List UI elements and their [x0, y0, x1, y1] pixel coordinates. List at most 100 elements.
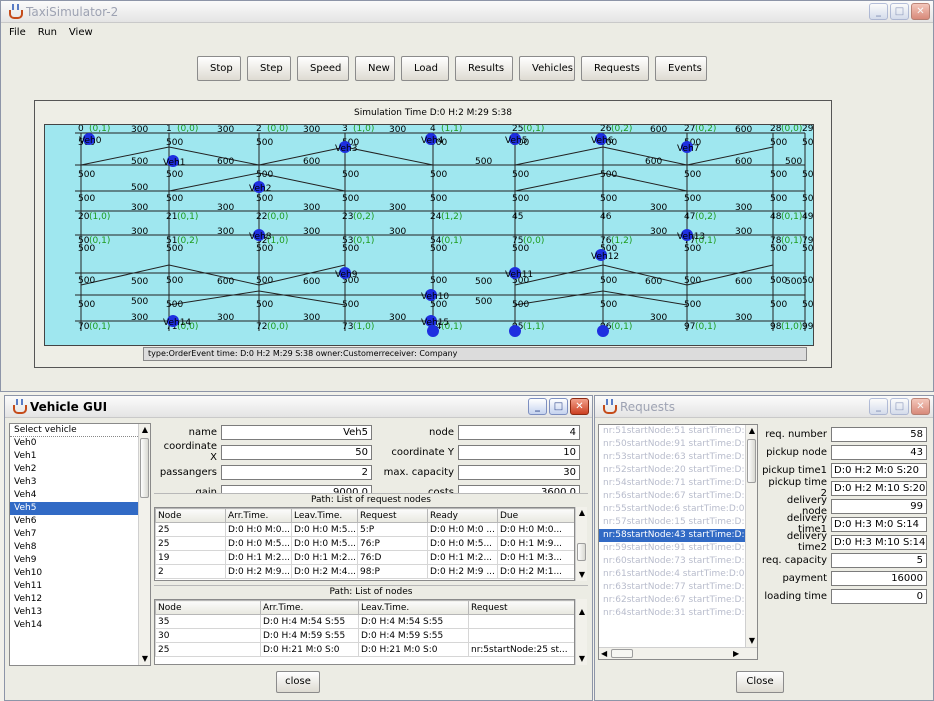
menu-view[interactable]: View: [69, 27, 93, 38]
vehicle-list-item[interactable]: Veh9: [10, 554, 138, 567]
vehicle-list-item[interactable]: Veh1: [10, 450, 138, 463]
request-list-item[interactable]: nr:60startNode:73 startTime:D:: [599, 555, 745, 568]
column-header[interactable]: Leav.Time.: [291, 508, 358, 523]
table-row[interactable]: 30 D:0 H:4 M:59 S:55 D:0 H:4 M:59 S:55: [155, 628, 574, 643]
vehicle-list-item[interactable]: Veh7: [10, 528, 138, 541]
table-row[interactable]: 19 D:0 H:1 M:2... D:0 H:1 M:2... 76:D D:0 H:…: [155, 550, 574, 565]
request-list-item[interactable]: nr:56startNode:67 startTime:D:: [599, 490, 745, 503]
request-field-value[interactable]: 0: [831, 588, 927, 604]
vehicle-list-item[interactable]: Veh3: [10, 476, 138, 489]
column-header[interactable]: Ready: [427, 508, 498, 523]
scroll-up-icon[interactable]: ▲: [577, 607, 587, 617]
request-list-item[interactable]: nr:62startNode:67 startTime:D:: [599, 594, 745, 607]
request-list-item[interactable]: nr:52startNode:20 startTime:D:: [599, 464, 745, 477]
scroll-up-icon[interactable]: ▲: [747, 426, 757, 436]
scroll-up-icon[interactable]: ▲: [140, 425, 150, 435]
request-field-value[interactable]: 58: [831, 426, 927, 442]
vehicle-marker[interactable]: [597, 325, 609, 337]
coordinate-y-field[interactable]: 10: [458, 444, 580, 460]
vehicle-list-item[interactable]: Veh0: [10, 437, 138, 450]
request-field-value[interactable]: 99: [831, 498, 927, 514]
menu-run[interactable]: Run: [38, 27, 57, 38]
vehicle-list-item[interactable]: Veh11: [10, 580, 138, 593]
scroll-down-icon[interactable]: ▼: [577, 570, 587, 580]
vehicle-marker[interactable]: [509, 325, 521, 337]
column-header[interactable]: Leav.Time.: [358, 600, 469, 615]
table-row[interactable]: 25 D:0 H:0 M:0... D:0 H:0 M:5... 5:P D:0 H:0…: [155, 522, 574, 537]
results-button[interactable]: Results: [455, 56, 513, 81]
node-field[interactable]: 4: [458, 424, 580, 440]
minimize-icon[interactable]: _: [869, 3, 888, 20]
coordinate-x-field[interactable]: 50: [221, 444, 372, 460]
vehicle-close-button[interactable]: close: [276, 671, 320, 693]
scroll-thumb[interactable]: [747, 439, 756, 483]
scroll-down-icon[interactable]: ▼: [140, 654, 150, 664]
request-field-value[interactable]: D:0 H:3 M:10 S:14: [831, 534, 927, 550]
column-header[interactable]: Due: [497, 508, 574, 523]
vehicle-list-item[interactable]: Veh4: [10, 489, 138, 502]
vehicle-list-item[interactable]: Veh14: [10, 619, 138, 632]
requests-button[interactable]: Requests: [581, 56, 649, 81]
scroll-right-icon[interactable]: ▶: [733, 649, 739, 658]
vehicle-list-item[interactable]: Veh10: [10, 567, 138, 580]
scroll-down-icon[interactable]: ▼: [577, 654, 587, 664]
column-header[interactable]: Request: [468, 600, 574, 615]
request-list-item[interactable]: nr:55startNode:6 startTime:D:0: [599, 503, 745, 516]
scroll-thumb[interactable]: [140, 438, 149, 498]
request-field-value[interactable]: D:0 H:2 M:0 S:20: [831, 462, 927, 478]
minimize-icon[interactable]: _: [528, 398, 547, 415]
column-header[interactable]: Arr.Time.: [260, 600, 359, 615]
vehicles-button[interactable]: Vehicles: [519, 56, 575, 81]
request-list-item[interactable]: nr:53startNode:63 startTime:D:: [599, 451, 745, 464]
vehicle-list-item[interactable]: Veh13: [10, 606, 138, 619]
vehicle-list-item[interactable]: Veh12: [10, 593, 138, 606]
table-row[interactable]: 25 D:0 H:21 M:0 S:0 D:0 H:21 M:0 S:0 nr:5st…: [155, 642, 574, 657]
stop-button[interactable]: Stop: [197, 56, 241, 81]
column-header[interactable]: Node: [155, 600, 261, 615]
scroll-up-icon[interactable]: ▲: [577, 508, 587, 518]
table-row[interactable]: 35 D:0 H:4 M:54 S:55 D:0 H:4 M:54 S:55: [155, 614, 574, 629]
request-field-value[interactable]: D:0 H:2 M:10 S:20: [831, 480, 927, 496]
vehicle-list-item[interactable]: Veh6: [10, 515, 138, 528]
request-list-item[interactable]: nr:58startNode:43 startTime:D:: [599, 529, 745, 542]
request-list-item[interactable]: nr:59startNode:91 startTime:D:: [599, 542, 745, 555]
minimize-icon[interactable]: _: [869, 398, 888, 415]
speed-button[interactable]: Speed: [297, 56, 349, 81]
scroll-thumb[interactable]: [611, 649, 633, 658]
request-list-item[interactable]: nr:51startNode:51 startTime:D:: [599, 425, 745, 438]
scroll-thumb[interactable]: [577, 543, 586, 561]
vehicle-list-item[interactable]: Veh8: [10, 541, 138, 554]
vehicle-marker[interactable]: [427, 325, 439, 337]
request-list-item[interactable]: nr:64startNode:31 startTime:D:: [599, 607, 745, 620]
request-field-value[interactable]: 16000: [831, 570, 927, 586]
request-nodes-scrollbar[interactable]: ▲ ▼: [575, 507, 587, 581]
request-list-item[interactable]: nr:63startNode:77 startTime:D:: [599, 581, 745, 594]
node-path-scrollbar[interactable]: ▲ ▼: [575, 599, 587, 665]
requests-close-button[interactable]: Close: [736, 671, 784, 693]
column-header[interactable]: Arr.Time.: [225, 508, 292, 523]
step-button[interactable]: Step: [247, 56, 291, 81]
table-row[interactable]: 2 D:0 H:2 M:9... D:0 H:2 M:4... 98:P D:0 H:2…: [155, 564, 574, 579]
maximize-icon[interactable]: □: [890, 398, 909, 415]
maximize-icon[interactable]: □: [549, 398, 568, 415]
vehicle-list-item[interactable]: Veh2: [10, 463, 138, 476]
passengers-field[interactable]: 2: [221, 464, 372, 480]
request-list-scrollbar[interactable]: ▲ ▼: [745, 425, 757, 647]
request-field-value[interactable]: D:0 H:3 M:0 S:14: [831, 516, 927, 532]
max-capacity-field[interactable]: 30: [458, 464, 580, 480]
table-row[interactable]: 25 D:0 H:0 M:5... D:0 H:0 M:5... 76:P D:0 H:…: [155, 536, 574, 551]
request-list-item[interactable]: nr:50startNode:91 startTime:D:: [599, 438, 745, 451]
events-button[interactable]: Events: [655, 56, 707, 81]
column-header[interactable]: Request: [357, 508, 428, 523]
name-field[interactable]: Veh5: [221, 424, 372, 440]
close-icon[interactable]: ✕: [570, 398, 589, 415]
request-field-value[interactable]: 5: [831, 552, 927, 568]
request-list[interactable]: nr:51startNode:51 startTime:D: nr:50start…: [598, 424, 758, 660]
request-list-hscrollbar[interactable]: ◀ ▶: [599, 647, 757, 659]
load-button[interactable]: Load: [401, 56, 449, 81]
scroll-down-icon[interactable]: ▼: [747, 636, 757, 646]
vehicle-list[interactable]: Select vehicle Veh0 Veh1 Veh2 Veh3 Veh4 Veh5 V…: [9, 423, 151, 666]
request-list-item[interactable]: nr:61startNode:4 startTime:D:0: [599, 568, 745, 581]
vehicle-list-item[interactable]: Veh5: [10, 502, 138, 515]
new-button[interactable]: New: [355, 56, 395, 81]
